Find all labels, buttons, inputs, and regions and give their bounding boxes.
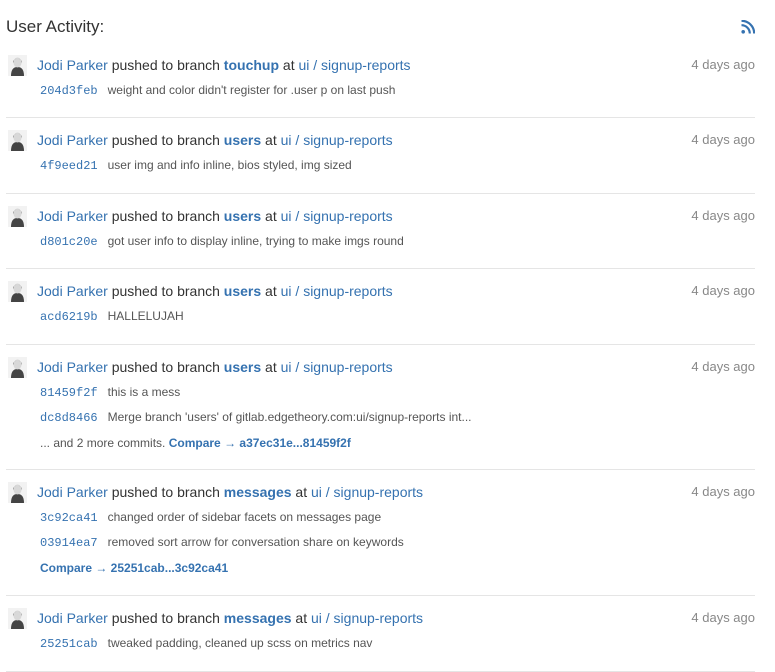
- commit-message: Merge branch 'users' of gitlab.edgetheor…: [107, 410, 472, 424]
- event-time: 4 days ago: [691, 484, 755, 499]
- branch-link[interactable]: users: [224, 359, 261, 375]
- event-at: at: [295, 610, 308, 626]
- commit-message: tweaked padding, cleaned up scss on metr…: [107, 636, 373, 650]
- commit-sha-link[interactable]: 25251cab: [40, 637, 98, 651]
- page-title: User Activity:: [6, 17, 105, 36]
- author-link[interactable]: Jodi Parker: [37, 132, 108, 148]
- event-time: 4 days ago: [691, 359, 755, 374]
- commit-row: 3c92ca41 changed order of sidebar facets …: [40, 508, 381, 526]
- event-summary: Jodi Parker pushed to branch users at ui…: [37, 207, 393, 225]
- commit-message: removed sort arrow for conversation shar…: [107, 535, 404, 549]
- commit-sha-link[interactable]: 03914ea7: [40, 536, 98, 550]
- branch-link[interactable]: users: [224, 283, 261, 299]
- commit-row: d801c20e got user info to display inline,…: [40, 232, 404, 250]
- avatar[interactable]: [8, 357, 27, 378]
- compare-link[interactable]: Compare → 25251cab...3c92ca41: [40, 561, 228, 575]
- event-summary: Jodi Parker pushed to branch messages at…: [37, 483, 423, 501]
- author-link[interactable]: Jodi Parker: [37, 359, 108, 375]
- commit-row: 81459f2f this is a mess: [40, 383, 180, 401]
- commit-message: this is a mess: [107, 385, 181, 399]
- repo-link[interactable]: ui / signup-reports: [298, 57, 410, 73]
- branch-link[interactable]: touchup: [224, 57, 279, 73]
- commit-sha-link[interactable]: 204d3feb: [40, 84, 98, 98]
- commit-sha-link[interactable]: 3c92ca41: [40, 511, 98, 525]
- activity-event: Jodi Parker pushed to branch messages at…: [6, 470, 755, 596]
- event-at: at: [265, 208, 277, 224]
- event-summary: Jodi Parker pushed to branch users at ui…: [37, 131, 393, 149]
- event-at: at: [265, 283, 277, 299]
- event-summary: Jodi Parker pushed to branch users at ui…: [37, 358, 393, 376]
- event-summary: Jodi Parker pushed to branch users at ui…: [37, 282, 393, 300]
- event-action: pushed to branch: [111, 610, 220, 626]
- branch-link[interactable]: users: [224, 208, 261, 224]
- event-time: 4 days ago: [691, 57, 755, 72]
- event-action: pushed to branch: [111, 283, 220, 299]
- event-time: 4 days ago: [691, 610, 755, 625]
- author-link[interactable]: Jodi Parker: [37, 610, 108, 626]
- activity-header: User Activity:: [6, 14, 755, 40]
- commit-sha-link[interactable]: acd6219b: [40, 310, 98, 324]
- event-action: pushed to branch: [111, 359, 220, 375]
- repo-link[interactable]: ui / signup-reports: [281, 208, 393, 224]
- repo-link[interactable]: ui / signup-reports: [281, 132, 393, 148]
- commit-row: dc8d8466 Merge branch 'users' of gitlab.e…: [40, 408, 472, 426]
- commit-message: changed order of sidebar facets on messa…: [107, 510, 382, 524]
- repo-link[interactable]: ui / signup-reports: [281, 283, 393, 299]
- avatar[interactable]: [8, 482, 27, 503]
- more-commits-row: Compare → 25251cab...3c92ca41: [40, 559, 228, 577]
- commit-row: acd6219b HALLELUJAH: [40, 307, 184, 325]
- commit-row: 4f9eed21 user img and info inline, bios s…: [40, 156, 352, 174]
- activity-event: Jodi Parker pushed to branch messages at…: [6, 596, 755, 672]
- event-time: 4 days ago: [691, 208, 755, 223]
- commit-row: 204d3feb weight and color didn't register…: [40, 81, 395, 99]
- activity-list: Jodi Parker pushed to branch touchup at …: [6, 43, 755, 672]
- event-time: 4 days ago: [691, 132, 755, 147]
- commit-sha-link[interactable]: 81459f2f: [40, 386, 98, 400]
- repo-link[interactable]: ui / signup-reports: [311, 610, 423, 626]
- commit-row: 03914ea7 removed sort arrow for conversat…: [40, 533, 404, 551]
- event-at: at: [282, 57, 295, 73]
- event-action: pushed to branch: [111, 208, 220, 224]
- avatar[interactable]: [8, 55, 27, 76]
- more-commits-text: ... and 2 more commits.: [40, 436, 166, 450]
- event-at: at: [265, 132, 277, 148]
- author-link[interactable]: Jodi Parker: [37, 57, 108, 73]
- activity-event: Jodi Parker pushed to branch users at ui…: [6, 269, 755, 345]
- repo-link[interactable]: ui / signup-reports: [281, 359, 393, 375]
- avatar[interactable]: [8, 608, 27, 629]
- commit-row: 25251cab tweaked padding, cleaned up scss…: [40, 634, 372, 652]
- avatar[interactable]: [8, 206, 27, 227]
- branch-link[interactable]: users: [224, 132, 261, 148]
- activity-event: Jodi Parker pushed to branch users at ui…: [6, 345, 755, 470]
- commit-message: weight and color didn't register for .us…: [107, 83, 396, 97]
- event-action: pushed to branch: [111, 132, 220, 148]
- author-link[interactable]: Jodi Parker: [37, 283, 108, 299]
- commit-message: HALLELUJAH: [107, 309, 184, 323]
- avatar[interactable]: [8, 281, 27, 302]
- event-summary: Jodi Parker pushed to branch touchup at …: [37, 56, 411, 74]
- commit-sha-link[interactable]: 4f9eed21: [40, 159, 98, 173]
- event-action: pushed to branch: [111, 484, 220, 500]
- branch-link[interactable]: messages: [224, 484, 292, 500]
- event-at: at: [265, 359, 277, 375]
- avatar[interactable]: [8, 130, 27, 151]
- compare-link[interactable]: Compare → a37ec31e...81459f2f: [169, 436, 351, 450]
- author-link[interactable]: Jodi Parker: [37, 484, 108, 500]
- event-time: 4 days ago: [691, 283, 755, 298]
- repo-link[interactable]: ui / signup-reports: [311, 484, 423, 500]
- event-at: at: [295, 484, 308, 500]
- event-summary: Jodi Parker pushed to branch messages at…: [37, 609, 423, 627]
- branch-link[interactable]: messages: [224, 610, 292, 626]
- activity-event: Jodi Parker pushed to branch touchup at …: [6, 43, 755, 118]
- commit-sha-link[interactable]: d801c20e: [40, 235, 98, 249]
- event-action: pushed to branch: [111, 57, 220, 73]
- rss-icon[interactable]: [741, 20, 755, 34]
- commit-message: got user info to display inline, trying …: [107, 234, 404, 248]
- activity-event: Jodi Parker pushed to branch users at ui…: [6, 194, 755, 269]
- activity-event: Jodi Parker pushed to branch users at ui…: [6, 118, 755, 194]
- commit-message: user img and info inline, bios styled, i…: [107, 158, 352, 172]
- author-link[interactable]: Jodi Parker: [37, 208, 108, 224]
- commit-sha-link[interactable]: dc8d8466: [40, 411, 98, 425]
- more-commits-row: ... and 2 more commits. Compare → a37ec3…: [40, 434, 351, 452]
